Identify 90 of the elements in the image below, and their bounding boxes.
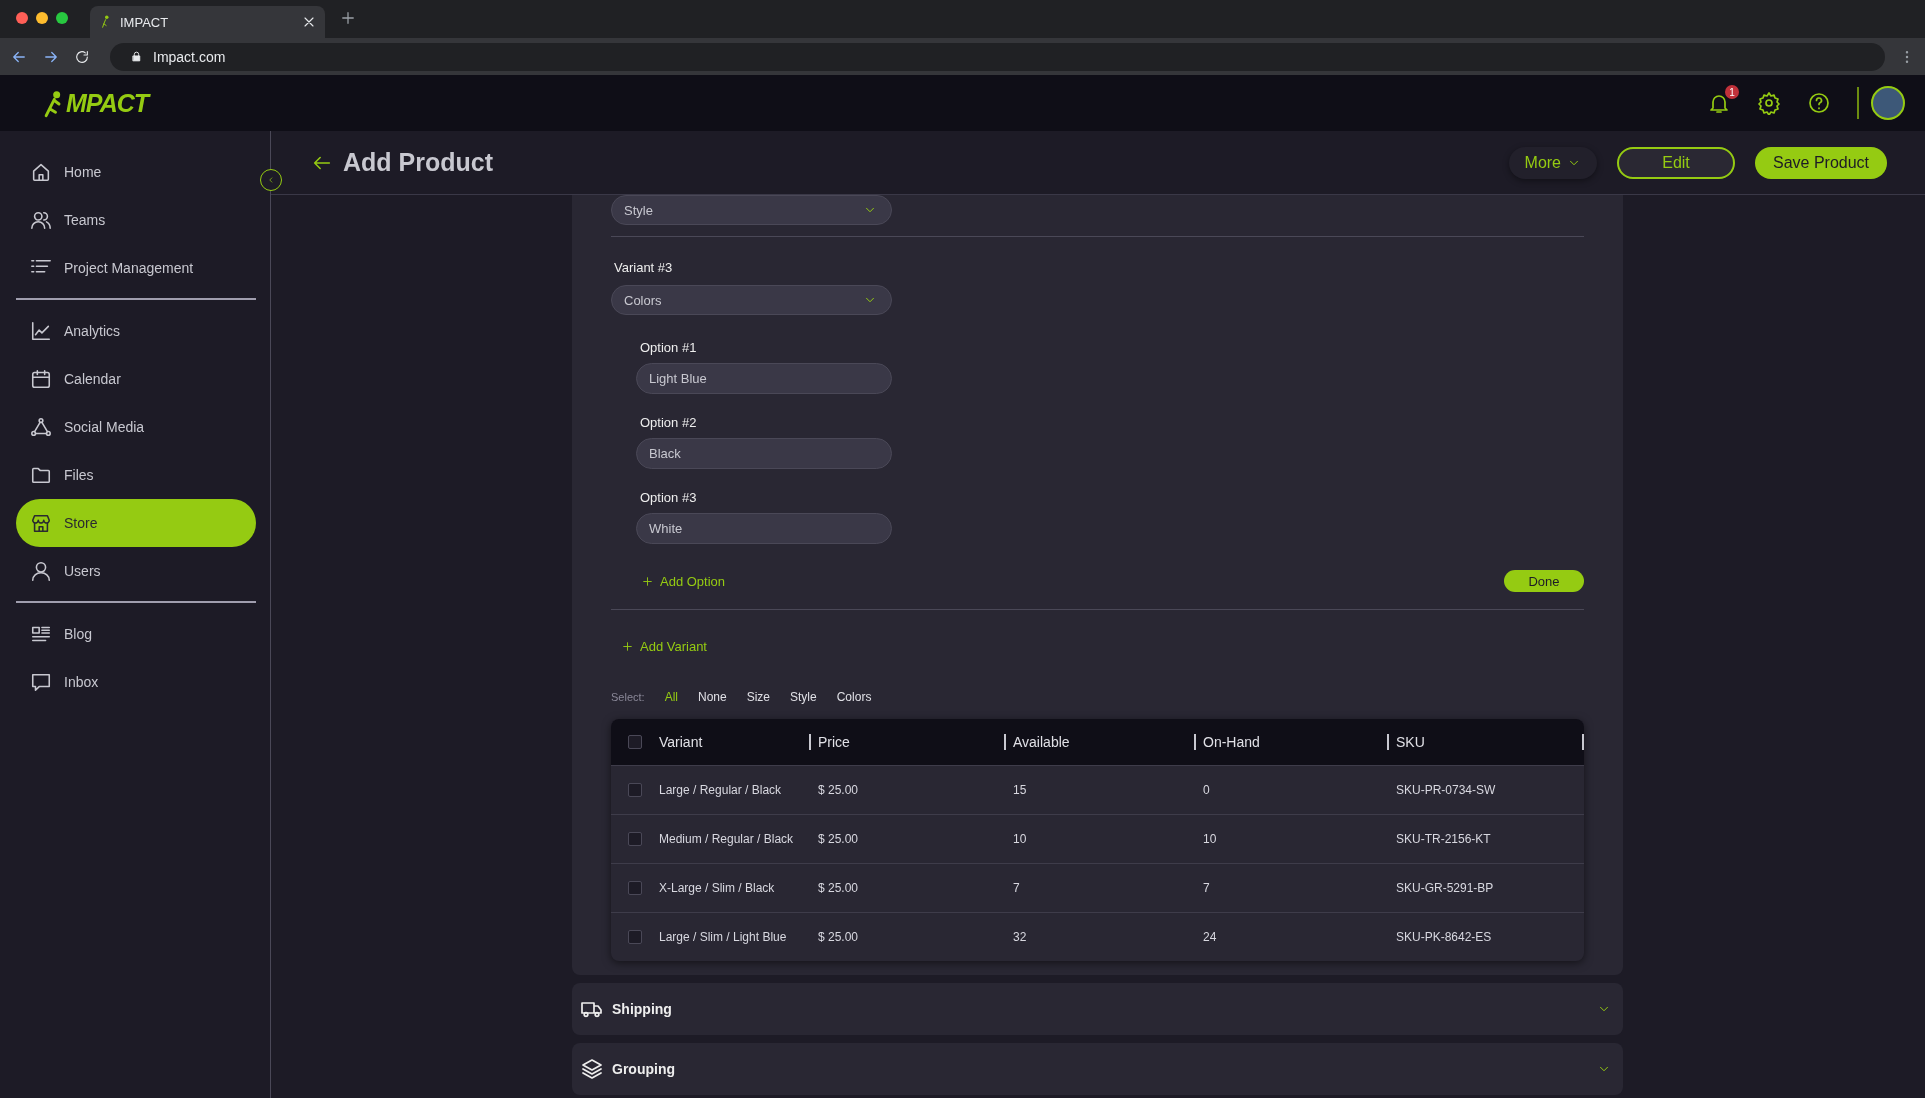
maximize-window-dot[interactable] — [56, 12, 68, 24]
column-header: SKU — [1396, 734, 1425, 750]
column-header: Price — [818, 734, 850, 750]
settings-icon — [1757, 91, 1781, 115]
sidebar-item[interactable]: Teams — [16, 196, 256, 244]
row-checkbox[interactable] — [628, 881, 642, 895]
sidebar-item[interactable]: Social Media — [16, 403, 256, 451]
reload-icon — [74, 48, 90, 65]
table-cell: X-Large / Slim / Black — [659, 881, 775, 895]
select-filter-option[interactable]: Style — [790, 690, 817, 704]
lock-icon — [130, 50, 143, 63]
table-cell: $ 25.00 — [818, 832, 859, 846]
select-filter-option[interactable]: None — [698, 690, 727, 704]
section-panel[interactable]: Shipping — [572, 983, 1623, 1035]
minimize-window-dot[interactable] — [36, 12, 48, 24]
sidebar-item[interactable]: Inbox — [16, 658, 256, 706]
browser-tab[interactable]: IMPACT — [90, 6, 325, 38]
sidebar-item[interactable]: Home — [16, 148, 256, 196]
table-cell: 0 — [1203, 783, 1210, 797]
network-icon — [30, 416, 52, 438]
select-filter-option[interactable]: Colors — [836, 690, 872, 704]
done-button[interactable]: Done — [1504, 570, 1584, 592]
layers-icon — [580, 1057, 604, 1081]
field-label: Variant #3 — [614, 259, 674, 277]
notification-badge: 1 — [1725, 85, 1739, 99]
row-checkbox[interactable] — [628, 783, 642, 797]
section-panel[interactable]: Grouping — [572, 1043, 1623, 1095]
address-bar[interactable]: Impact.com — [110, 42, 1885, 71]
sidebar-item[interactable]: Store — [16, 499, 256, 547]
column-header: On-Hand — [1203, 734, 1260, 750]
close-window-dot[interactable] — [16, 12, 28, 24]
line-chart-icon — [30, 320, 52, 342]
table-cell: Large / Slim / Light Blue — [659, 930, 787, 944]
table-cell: $ 25.00 — [818, 930, 859, 944]
sidebar-item[interactable]: Analytics — [16, 307, 256, 355]
table-cell: 10 — [1013, 832, 1027, 846]
row-checkbox[interactable] — [628, 832, 642, 846]
more-menu-button[interactable]: More — [1508, 146, 1597, 179]
table-cell: 7 — [1203, 881, 1210, 895]
table-cell: SKU-PK-8642-ES — [1396, 930, 1492, 944]
field-label: Option #1 — [640, 339, 698, 357]
table-cell: Large / Regular / Black — [659, 783, 782, 797]
new-tab-icon — [339, 9, 357, 27]
people-icon — [30, 209, 52, 231]
sidebar-item[interactable]: Blog — [16, 610, 256, 658]
table-cell: 7 — [1013, 881, 1020, 895]
option-input[interactable]: Black — [636, 438, 892, 469]
page-title: Add Product — [343, 148, 493, 177]
add-variant-link[interactable]: Add Variant — [621, 635, 707, 657]
table-cell: $ 25.00 — [818, 881, 859, 895]
table-cell: 24 — [1203, 930, 1217, 944]
column-header: Available — [1013, 734, 1070, 750]
field-label: Option #2 — [640, 414, 698, 432]
collapse-sidebar-button[interactable] — [260, 169, 282, 191]
option-input[interactable]: Light Blue — [636, 363, 892, 394]
calendar-icon — [30, 368, 52, 390]
home-icon — [30, 161, 52, 183]
variant-select[interactable]: Colors — [611, 285, 892, 315]
table-cell: SKU-PR-0734-SW — [1396, 783, 1496, 797]
plus-icon — [641, 574, 654, 588]
edit-button[interactable]: Edit — [1617, 146, 1735, 179]
table-cell: Medium / Regular / Black — [659, 832, 794, 846]
user-icon — [30, 560, 52, 582]
table-cell: $ 25.00 — [818, 783, 859, 797]
column-header: Variant — [659, 734, 703, 750]
row-checkbox[interactable] — [628, 930, 642, 944]
option-input[interactable]: White — [636, 513, 892, 544]
table-cell: 10 — [1203, 832, 1217, 846]
select-label: Select: — [611, 691, 645, 703]
save-button[interactable]: Save Product — [1755, 146, 1887, 179]
logo-text: MPACT — [66, 88, 149, 118]
table-cell: SKU-TR-2156-KT — [1396, 832, 1491, 846]
store-icon — [30, 512, 52, 534]
select-filter-option[interactable]: All — [664, 690, 678, 704]
avatar[interactable] — [1871, 86, 1905, 120]
chat-icon — [30, 671, 52, 693]
select-all-checkbox[interactable] — [628, 735, 642, 749]
field-label: Option #3 — [640, 489, 698, 507]
help-icon — [1807, 91, 1831, 115]
sidebar-item[interactable]: Users — [16, 547, 256, 595]
table-cell: 15 — [1013, 783, 1027, 797]
table-cell: 32 — [1013, 930, 1027, 944]
table-cell: SKU-GR-5291-BP — [1396, 881, 1494, 895]
select-filter-option[interactable]: Size — [746, 690, 770, 704]
add-option-link[interactable]: Add Option — [641, 573, 726, 589]
sidebar-item[interactable]: Project Management — [16, 244, 256, 292]
variant-select[interactable]: Style — [611, 195, 892, 225]
sidebar-item[interactable]: Files — [16, 451, 256, 499]
sidebar-item[interactable]: Calendar — [16, 355, 256, 403]
plus-icon — [621, 639, 634, 653]
